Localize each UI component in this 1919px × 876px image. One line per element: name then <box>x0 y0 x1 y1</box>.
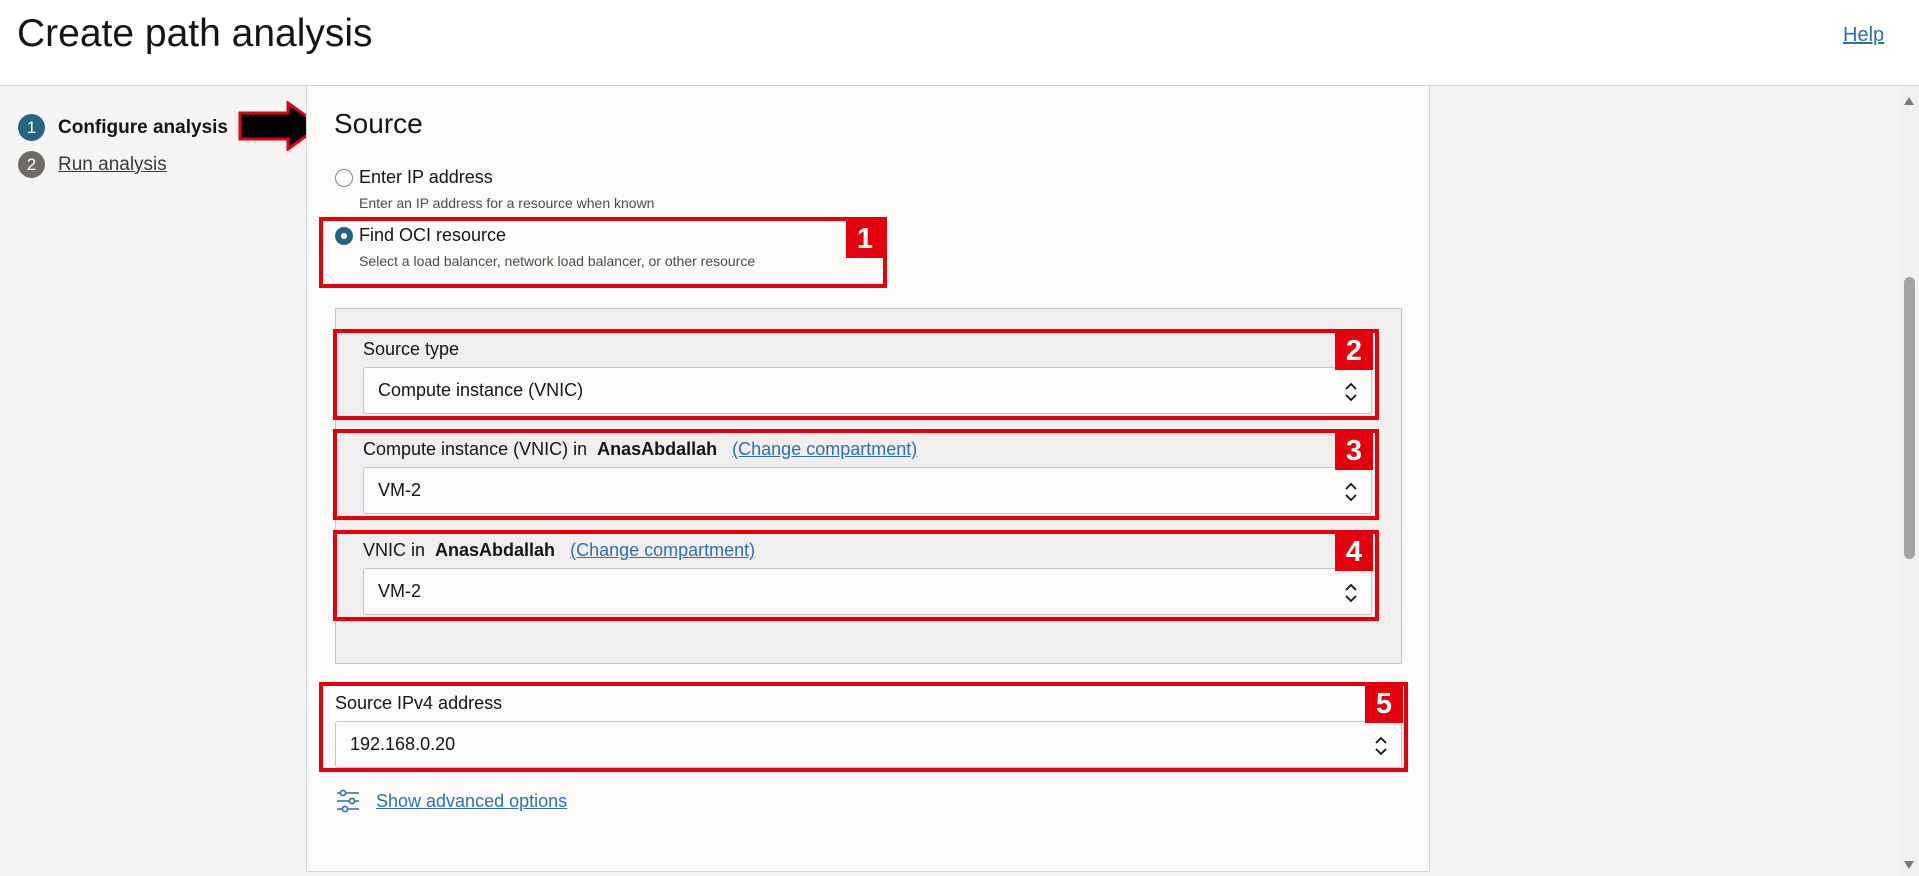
enter-ip-radio[interactable] <box>335 169 353 187</box>
annotation-badge-1: 1 <box>846 220 884 258</box>
compartment-name: AnasAbdallah <box>435 540 556 560</box>
show-advanced-options-label: Show advanced options <box>376 790 568 811</box>
vnic-value: VM-2 <box>378 581 422 601</box>
annotation-badge-5: 5 <box>1365 685 1403 723</box>
section-title: Source <box>334 108 423 139</box>
annotation-badge-4: 4 <box>1335 533 1373 571</box>
step-run-analysis[interactable]: 2 Run analysis <box>18 151 167 178</box>
find-oci-resource-label[interactable]: Find OCI resource <box>359 225 506 246</box>
scrollbar-thumb[interactable] <box>1904 277 1915 559</box>
compute-instance-select[interactable]: VM-2 <box>363 467 1372 514</box>
chevron-up-down-icon <box>1345 583 1357 603</box>
annotation-badge-3: 3 <box>1335 432 1373 470</box>
step-number: 1 <box>18 114 45 141</box>
step-label: Configure analysis <box>58 116 228 138</box>
enter-ip-label[interactable]: Enter IP address <box>359 167 493 188</box>
source-type-value: Compute instance (VNIC) <box>378 380 584 400</box>
source-type-label: Source type <box>363 339 460 359</box>
chevron-up-down-icon <box>1345 382 1357 402</box>
vnic-label: VNIC in AnasAbdallah (Change compartment… <box>363 540 755 561</box>
source-ipv4-value: 192.168.0.20 <box>350 734 456 754</box>
page-header: Create path analysis Help <box>0 0 1919 86</box>
compute-instance-value: VM-2 <box>378 480 422 500</box>
annotation-badge-2: 2 <box>1335 332 1373 370</box>
vertical-scrollbar[interactable] <box>1899 86 1919 876</box>
compartment-name: AnasAbdallah <box>597 439 718 459</box>
scroll-down-arrow-icon[interactable] <box>1903 860 1915 870</box>
change-compartment-link[interactable]: (Change compartment) <box>732 439 917 459</box>
compute-instance-label: Compute instance (VNIC) in AnasAbdallah … <box>363 439 917 460</box>
source-ipv4-label: Source IPv4 address <box>335 693 503 713</box>
step-label: Run analysis <box>58 153 167 175</box>
page-title: Create path analysis <box>17 12 373 55</box>
enter-ip-description: Enter an IP address for a resource when … <box>359 195 655 211</box>
step-configure-analysis[interactable]: 1 Configure analysis <box>18 114 228 141</box>
source-ipv4-select[interactable]: 192.168.0.20 <box>335 721 1402 768</box>
chevron-up-down-icon <box>1345 482 1357 502</box>
show-advanced-options-link[interactable]: Show advanced options <box>335 788 567 814</box>
step-number: 2 <box>18 151 45 178</box>
find-oci-resource-description: Select a load balancer, network load bal… <box>359 253 756 269</box>
help-link[interactable]: Help <box>1843 24 1884 47</box>
chevron-up-down-icon <box>1375 736 1387 756</box>
change-compartment-link[interactable]: (Change compartment) <box>570 540 755 560</box>
find-oci-resource-radio[interactable] <box>335 227 353 245</box>
vnic-select[interactable]: VM-2 <box>363 568 1372 615</box>
source-type-select[interactable]: Compute instance (VNIC) <box>363 367 1372 414</box>
sliders-icon <box>337 789 359 813</box>
vnic-label-prefix: VNIC in <box>363 540 426 560</box>
compute-instance-label-prefix: Compute instance (VNIC) in <box>363 439 588 459</box>
scroll-up-arrow-icon[interactable] <box>1903 96 1915 106</box>
